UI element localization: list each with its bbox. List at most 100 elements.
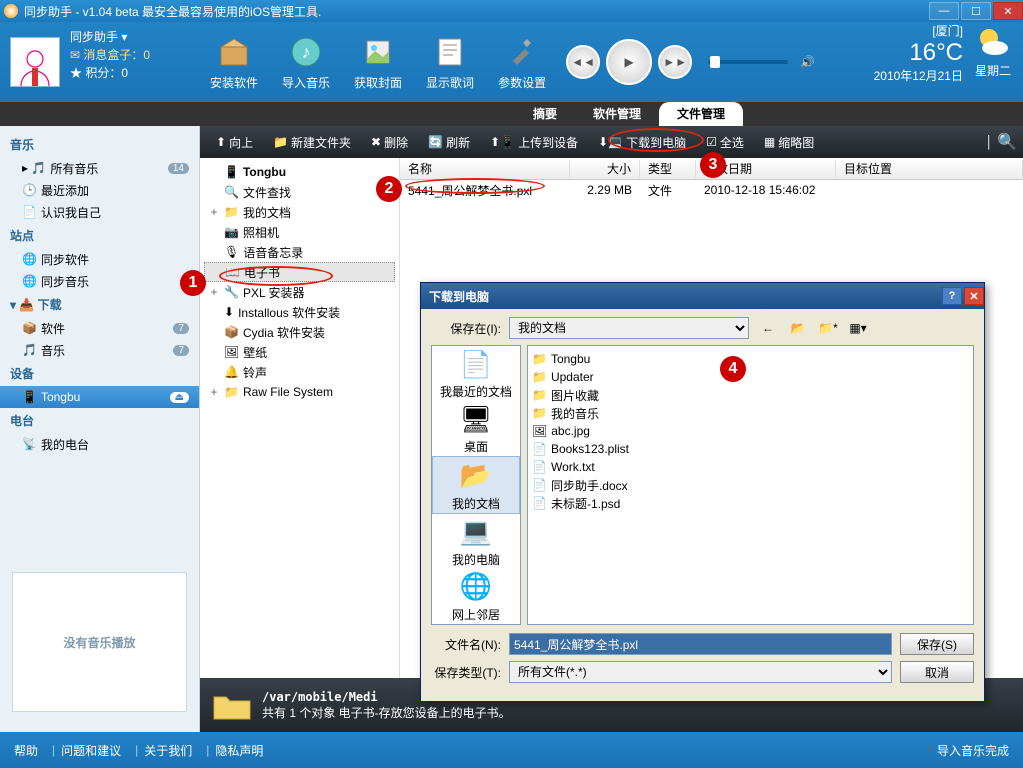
annotation-2: 2 <box>376 176 402 202</box>
app-title: 同步助手 - v1.04 beta 最安全最容易使用的iOS管理工具. <box>24 3 321 20</box>
dialog-help-button[interactable]: ? <box>942 287 962 305</box>
footer-about[interactable]: 关于我们 <box>144 742 192 759</box>
download-button[interactable]: ⬇💻 下载到电脑 <box>588 126 696 158</box>
mydocs-icon: 📂 <box>459 459 493 493</box>
up-icon[interactable]: 📂 <box>787 317 809 339</box>
tab-software[interactable]: 软件管理 <box>575 102 659 126</box>
tree-item[interactable]: ⬇ Installous 软件安装 <box>204 302 395 322</box>
footer-privacy[interactable]: 隐私声明 <box>215 742 263 759</box>
sidebar-item-site-music[interactable]: 🌐 同步音乐 <box>0 270 199 292</box>
svg-text:♪: ♪ <box>302 42 311 62</box>
footer-help[interactable]: 帮助 <box>14 742 38 759</box>
filetype-select[interactable]: 所有文件(*.*) <box>509 661 892 683</box>
filename-label: 文件名(N): <box>431 636 501 653</box>
dialog-close-button[interactable]: ✕ <box>964 287 984 305</box>
tree-item[interactable]: 🔔 铃声 <box>204 362 395 382</box>
separator-icon: │ <box>986 135 994 149</box>
place-recent[interactable]: 📄我最近的文档 <box>432 346 520 401</box>
import-music-button[interactable]: ♪导入音乐 <box>282 33 330 91</box>
viewmode-icon[interactable]: ▦▾ <box>847 317 869 339</box>
search-icon[interactable]: 🔍 <box>997 132 1017 152</box>
list-item[interactable]: 🖼 abc.jpg <box>532 422 969 440</box>
filetype-label: 保存类型(T): <box>431 664 501 681</box>
upload-button[interactable]: ⬆📱 上传到设备 <box>480 126 588 158</box>
refresh-button[interactable]: 🔄 刷新 <box>418 126 480 158</box>
up-button[interactable]: ⬆ 向上 <box>206 126 263 158</box>
sidebar-header-device: 设备 <box>0 361 199 386</box>
weather-date: 2010年12月21日 <box>874 67 963 84</box>
filename-input[interactable] <box>509 633 892 655</box>
player-controls: ◄◄ ▶ ►► 🔊 <box>566 22 815 102</box>
list-item[interactable]: 📄 未标题-1.psd <box>532 494 969 512</box>
avatar[interactable] <box>10 37 60 87</box>
folder-tree: 📱 Tongbu 🔍 文件查找 +📁 我的文档 📷 照相机 🎙 语音备忘录 📖 … <box>200 158 400 678</box>
selectall-button[interactable]: ☑ 全选 <box>696 126 754 158</box>
thumbnail-button[interactable]: ▦ 缩略图 <box>754 126 824 158</box>
sidebar-item-knowme[interactable]: 📄 认识我自己 <box>0 201 199 223</box>
tab-files[interactable]: 文件管理 <box>659 102 743 126</box>
tab-summary[interactable]: 摘要 <box>515 102 575 126</box>
tree-item[interactable]: 🔍 文件查找 <box>204 182 395 202</box>
settings-button[interactable]: 参数设置 <box>498 33 546 91</box>
tree-item-ebook[interactable]: 📖 电子书 <box>204 262 395 282</box>
get-cover-button[interactable]: 获取封面 <box>354 33 402 91</box>
footer-feedback[interactable]: 问题和建议 <box>61 742 121 759</box>
install-software-button[interactable]: 安装软件 <box>210 33 258 91</box>
tree-item[interactable]: 📷 照相机 <box>204 222 395 242</box>
sidebar-item-allmusic[interactable]: ▸ 🎵 所有音乐14 <box>0 157 199 179</box>
file-listing[interactable]: 📁 Tongbu 📁 Updater 📁 图片收藏 📁 我的音乐 🖼 abc.j… <box>527 345 974 625</box>
list-item[interactable]: 📁 Tongbu <box>532 350 969 368</box>
tree-item[interactable]: +📁 我的文档 <box>204 202 395 222</box>
place-desktop[interactable]: 🖥桌面 <box>432 401 520 456</box>
sidebar-item-dl-software[interactable]: 📦 软件7 <box>0 317 199 339</box>
user-name-link[interactable]: 同步助手 <box>70 30 118 44</box>
dialog-titlebar: 下载到电脑 ? ✕ <box>421 283 984 309</box>
weather-city[interactable]: [厦门] <box>932 24 963 38</box>
next-track-button[interactable]: ►► <box>658 45 692 79</box>
tree-item[interactable]: 📦 Cydia 软件安装 <box>204 322 395 342</box>
points-text: 积分：0 <box>85 66 128 80</box>
newfolder-icon[interactable]: 📁* <box>817 317 839 339</box>
sidebar-header-radio: 电台 <box>0 408 199 433</box>
sidebar-item-recent[interactable]: 🕒 最近添加 <box>0 179 199 201</box>
file-row[interactable]: 5441_周公解梦全书.pxl 2.29 MB 文件 2010-12-18 15… <box>400 180 1023 200</box>
weather-temp: 16°C <box>874 39 963 67</box>
list-item[interactable]: 📁 Updater <box>532 368 969 386</box>
place-mydocs[interactable]: 📂我的文档 <box>432 456 520 513</box>
cover-icon <box>359 33 397 71</box>
sidebar-item-radio[interactable]: 📡 我的电台 <box>0 433 199 455</box>
tree-item[interactable]: 🖼 壁纸 <box>204 342 395 362</box>
sidebar-item-dl-music[interactable]: 🎵 音乐7 <box>0 339 199 361</box>
show-lyrics-button[interactable]: 显示歌词 <box>426 33 474 91</box>
sidebar-header-music: 音乐 <box>0 132 199 157</box>
tree-item[interactable]: +📁 Raw File System <box>204 382 395 402</box>
list-item[interactable]: 📁 我的音乐 <box>532 404 969 422</box>
play-button[interactable]: ▶ <box>606 39 652 85</box>
tree-root[interactable]: 📱 Tongbu <box>204 162 395 182</box>
main-toolbar: 安装软件 ♪导入音乐 获取封面 显示歌词 参数设置 <box>180 22 546 102</box>
tree-item[interactable]: 🎙 语音备忘录 <box>204 242 395 262</box>
save-button[interactable]: 保存(S) <box>900 633 974 655</box>
list-item[interactable]: 📄 Work.txt <box>532 458 969 476</box>
weather-weekday: 星期二 <box>971 62 1011 79</box>
place-mycomputer[interactable]: 💻我的电脑 <box>432 514 520 569</box>
prev-track-button[interactable]: ◄◄ <box>566 45 600 79</box>
list-item[interactable]: 📄 Books123.plist <box>532 440 969 458</box>
sidebar-item-device[interactable]: 📱 Tongbu⏏ <box>0 386 199 408</box>
back-icon[interactable]: ← <box>757 317 779 339</box>
tree-item[interactable]: +🔧 PXL 安装器 <box>204 282 395 302</box>
delete-button[interactable]: ✖ 删除 <box>361 126 418 158</box>
newfolder-button[interactable]: 📁 新建文件夹 <box>263 126 361 158</box>
list-item[interactable]: 📁 图片收藏 <box>532 386 969 404</box>
maximize-button[interactable]: ☐ <box>961 2 991 20</box>
minimize-button[interactable]: — <box>929 2 959 20</box>
eject-icon[interactable]: ⏏ <box>170 392 189 403</box>
close-button[interactable]: ✕ <box>993 2 1023 20</box>
savein-select[interactable]: 我的文档 <box>509 317 749 339</box>
sidebar-item-site-software[interactable]: 🌐 同步软件 <box>0 248 199 270</box>
cancel-button[interactable]: 取消 <box>900 661 974 683</box>
volume-slider[interactable] <box>708 60 788 64</box>
box-icon <box>215 33 253 71</box>
list-item[interactable]: 📄 同步助手.docx <box>532 476 969 494</box>
place-network[interactable]: 🌐网上邻居 <box>432 569 520 624</box>
